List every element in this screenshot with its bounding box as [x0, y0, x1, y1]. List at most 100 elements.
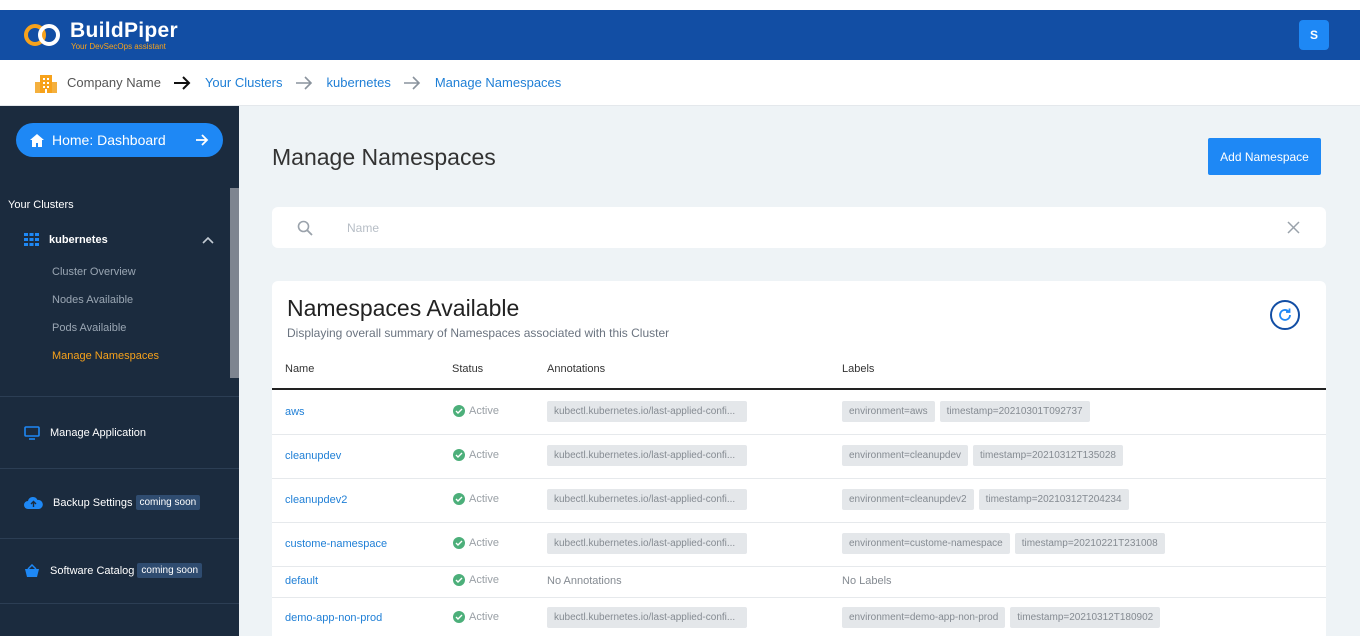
top-strip [0, 0, 1360, 10]
sidebar-item-label: Backup Settings [53, 496, 133, 509]
label-chip: timestamp=20210312T204234 [978, 489, 1129, 510]
column-header-labels[interactable]: Labels [842, 363, 874, 375]
table-row[interactable]: custome-namespace Active kubectl.kuberne… [272, 523, 1326, 567]
sidebar-sub-manage-namespaces[interactable]: Manage Namespaces [52, 350, 159, 362]
sidebar-scrollbar[interactable] [230, 188, 239, 378]
brand-logo[interactable]: BuildPiper Your DevSecOps assistant [24, 20, 178, 52]
breadcrumb-manage-namespaces[interactable]: Manage Namespaces [435, 75, 561, 90]
namespace-name-link[interactable]: aws [285, 406, 305, 418]
status-badge: Active [453, 493, 499, 505]
label-chip: environment=aws [842, 401, 935, 422]
sidebar-item-label: kubernetes [49, 233, 108, 246]
namespace-name-link[interactable]: custome-namespace [285, 538, 387, 550]
column-header-status[interactable]: Status [452, 363, 483, 375]
user-avatar[interactable]: S [1299, 20, 1329, 50]
status-badge: Active [453, 405, 499, 417]
table-row[interactable]: cleanupdev2 Active kubectl.kubernetes.io… [272, 479, 1326, 523]
breadcrumb-kubernetes[interactable]: kubernetes [327, 75, 391, 90]
namespace-name-link[interactable]: cleanupdev [285, 450, 341, 462]
home-dashboard-label: Home: Dashboard [52, 132, 166, 148]
brand-name: BuildPiper [70, 19, 179, 42]
building-icon [33, 70, 59, 96]
status-badge: Active [453, 574, 499, 586]
card-title: Namespaces Available [287, 295, 520, 321]
breadcrumb: Company Name Your Clusters kubernetes Ma… [0, 60, 1360, 106]
namespaces-card: Namespaces Available Displaying overall … [272, 281, 1326, 636]
search-bar [272, 207, 1326, 248]
sidebar-sub-nodes[interactable]: Nodes Availaible [52, 294, 133, 306]
annotation-chip[interactable]: kubectl.kubernetes.io/last-applied-confi… [547, 607, 747, 628]
status-badge: Active [453, 611, 499, 623]
home-dashboard-button[interactable]: Home: Dashboard [16, 123, 223, 157]
status-badge: Active [453, 537, 499, 549]
annotation-chip[interactable]: kubectl.kubernetes.io/last-applied-confi… [547, 489, 747, 510]
monitor-icon [24, 426, 40, 440]
sidebar-item-kubernetes[interactable]: kubernetes [24, 233, 214, 246]
check-circle-icon [453, 611, 465, 623]
namespace-name-link[interactable]: demo-app-non-prod [285, 612, 382, 624]
sidebar-divider [0, 396, 239, 397]
coming-soon-badge: coming soon [137, 563, 203, 578]
arrow-right-icon [295, 75, 312, 90]
label-chip: environment=custome-namespace [842, 533, 1010, 554]
annotation-chip[interactable]: kubectl.kubernetes.io/last-applied-confi… [547, 445, 747, 466]
arrow-right-icon [403, 75, 420, 90]
sidebar-item-software-catalog[interactable]: Software Catalog coming soon [24, 563, 203, 578]
sidebar-sub-pods[interactable]: Pods Availaible [52, 322, 126, 334]
search-input[interactable] [347, 220, 1247, 235]
check-circle-icon [453, 449, 465, 461]
breadcrumb-company[interactable]: Company Name [67, 75, 161, 90]
cloud-upload-icon [24, 496, 43, 509]
no-annotations-text: No Annotations [547, 575, 622, 587]
label-chip: timestamp=20210312T135028 [973, 445, 1123, 466]
sidebar-section-title: Your Clusters [8, 199, 74, 211]
status-text: Active [469, 574, 499, 586]
add-namespace-button[interactable]: Add Namespace [1208, 138, 1321, 175]
table-row[interactable]: cleanupdev Active kubectl.kubernetes.io/… [272, 435, 1326, 479]
sidebar: Home: Dashboard Your Clusters kubernetes… [0, 106, 239, 636]
annotation-chip[interactable]: kubectl.kubernetes.io/last-applied-confi… [547, 401, 747, 422]
brand-tagline: Your DevSecOps assistant [71, 42, 166, 51]
status-text: Active [469, 537, 499, 549]
annotation-chip[interactable]: kubectl.kubernetes.io/last-applied-confi… [547, 533, 747, 554]
status-badge: Active [453, 449, 499, 461]
breadcrumb-your-clusters[interactable]: Your Clusters [205, 75, 283, 90]
column-header-name[interactable]: Name [285, 363, 314, 375]
infinity-logo-icon [24, 20, 64, 46]
status-text: Active [469, 405, 499, 417]
namespace-name-link[interactable]: default [285, 575, 318, 587]
coming-soon-badge: coming soon [135, 495, 201, 510]
sidebar-item-label: Software Catalog [50, 564, 135, 577]
check-circle-icon [453, 405, 465, 417]
close-icon[interactable] [1287, 221, 1300, 234]
sidebar-item-label: Manage Application [50, 427, 147, 439]
app-header: BuildPiper Your DevSecOps assistant S [0, 10, 1360, 60]
search-icon [297, 220, 313, 236]
chevron-up-icon[interactable] [202, 236, 214, 244]
main-content: Manage Namespaces Add Namespace Namespac… [239, 106, 1360, 636]
card-subtitle: Displaying overall summary of Namespaces… [287, 326, 670, 340]
arrow-right-icon [173, 75, 191, 90]
status-text: Active [469, 493, 499, 505]
check-circle-icon [453, 537, 465, 549]
refresh-button[interactable] [1270, 300, 1300, 330]
column-header-annotations[interactable]: Annotations [547, 363, 605, 375]
sidebar-item-manage-application[interactable]: Manage Application [24, 426, 146, 440]
table-row[interactable]: aws Active kubectl.kubernetes.io/last-ap… [272, 391, 1326, 435]
label-chip: timestamp=20210301T092737 [939, 401, 1090, 422]
table-row[interactable]: demo-app-non-prod Active kubectl.kuberne… [272, 598, 1326, 636]
namespace-name-link[interactable]: cleanupdev2 [285, 494, 347, 506]
label-chip: environment=cleanupdev2 [842, 489, 974, 510]
table-row[interactable]: default Active No Annotations No Labels [272, 567, 1326, 598]
sidebar-sub-cluster-overview[interactable]: Cluster Overview [52, 266, 136, 278]
label-chip: timestamp=20210221T231008 [1014, 533, 1165, 554]
arrow-right-icon [196, 134, 209, 146]
status-text: Active [469, 449, 499, 461]
grid-icon [24, 233, 39, 246]
home-icon [30, 133, 44, 147]
page-title: Manage Namespaces [272, 144, 496, 170]
check-circle-icon [453, 493, 465, 505]
status-text: Active [469, 611, 499, 623]
no-labels-text: No Labels [842, 575, 892, 587]
sidebar-item-backup-settings[interactable]: Backup Settings coming soon [24, 495, 201, 510]
